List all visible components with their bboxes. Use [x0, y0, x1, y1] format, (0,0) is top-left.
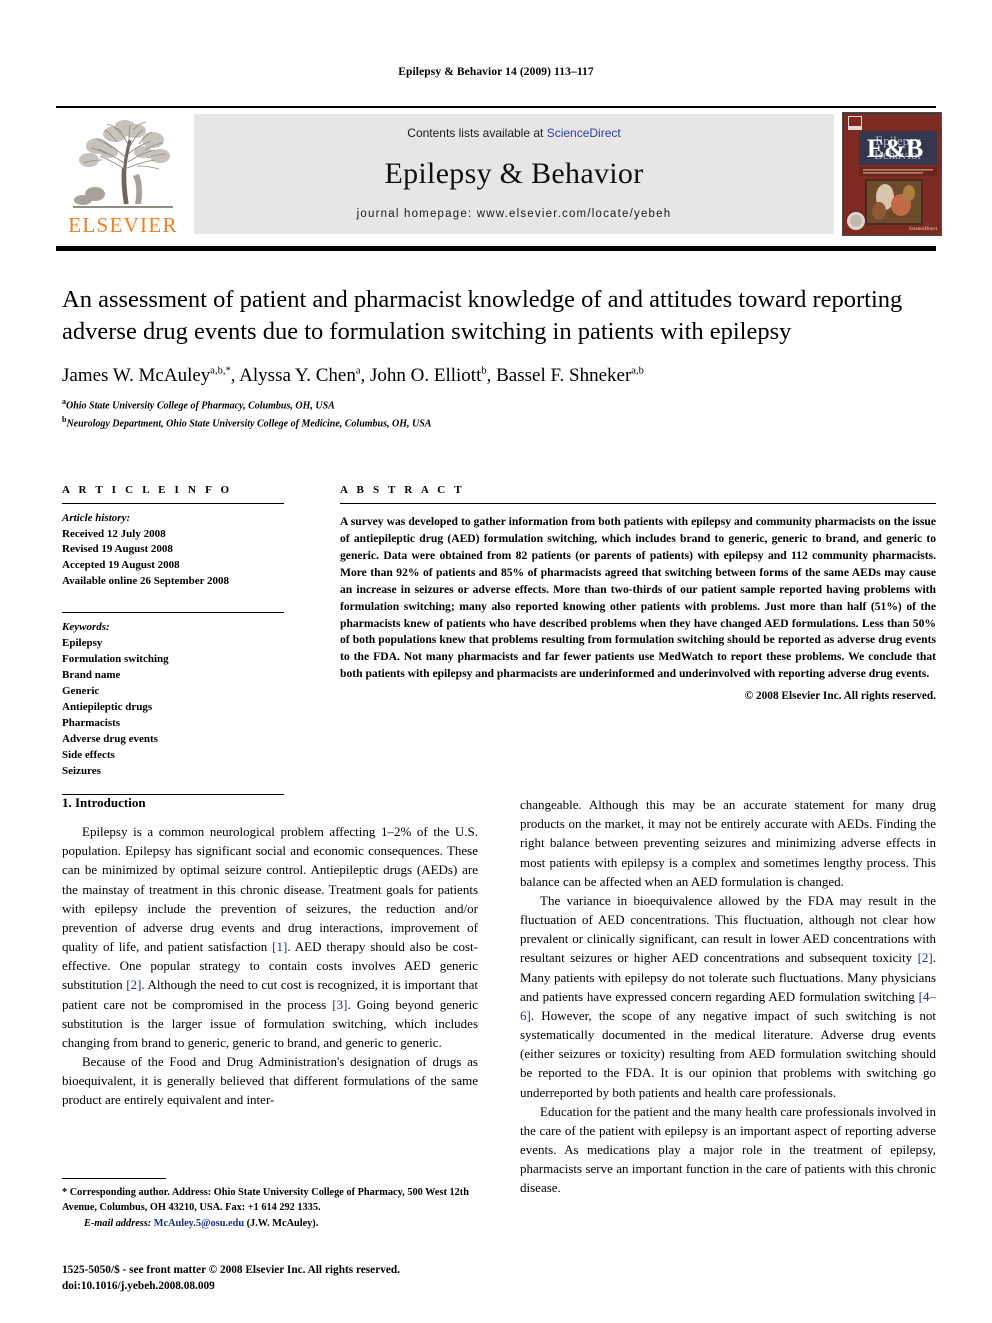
keywords-top-rule: [62, 611, 284, 614]
article-info-label: A R T I C L E I N F O: [62, 484, 233, 496]
issn-line: 1525-5050/$ - see front matter © 2008 El…: [62, 1264, 400, 1276]
journal-homepage[interactable]: journal homepage: www.elsevier.com/locat…: [357, 208, 672, 220]
journal-title: Epilepsy & Behavior: [384, 157, 644, 190]
journal-masthead: ELSEVIER Contents lists available at Sci…: [56, 106, 942, 236]
journal-cover-art: Epilepsy Behavior E&B ScienceDirect: [843, 113, 941, 235]
body-paragraph: The variance in bioequivalence allowed b…: [520, 892, 936, 1100]
affiliation-list: aOhio State University College of Pharma…: [62, 396, 936, 431]
keyword-item: Brand name: [62, 669, 121, 681]
article-info-panel: A R T I C L E I N F O Article history: R…: [62, 484, 284, 796]
keyword-item: Seizures: [62, 764, 101, 777]
body-paragraph: changeable. Although this may be an accu…: [520, 797, 936, 889]
email-label: E-mail address:: [84, 1217, 152, 1229]
affiliation-text-a: Ohio State University College of Pharmac…: [66, 400, 335, 412]
section-heading-introduction: 1. Introduction: [62, 795, 146, 810]
doi-line: doi:10.1016/j.yebeh.2008.08.009: [62, 1280, 215, 1293]
running-head: Epilepsy & Behavior 14 (2009) 113–117: [398, 66, 594, 78]
sciencedirect-link[interactable]: ScienceDirect: [547, 126, 621, 140]
author-list: James W. McAuleya,b,*, Alyssa Y. Chena, …: [62, 364, 644, 386]
masthead-top-rule: [56, 106, 936, 108]
footnote-email-line: E-mail address: McAuley.5@osu.edu (J.W. …: [62, 1217, 478, 1232]
abstract-label: A B S T R A C T: [340, 484, 465, 496]
page-footer: 1525-5050/$ - see front matter © 2008 El…: [62, 1262, 662, 1294]
keyword-item: Antiepileptic drugs: [62, 700, 153, 713]
masthead-bottom-rule: [56, 246, 936, 251]
history-item: Available online 26 September 2008: [62, 574, 230, 587]
affiliation-text-b: Neurology Department, Ohio State Univers…: [66, 418, 432, 430]
elsevier-tree-icon: [73, 120, 173, 208]
journal-cover-thumbnail: Epilepsy Behavior E&B ScienceDirect: [842, 112, 942, 236]
footnote-rule: [62, 1178, 166, 1179]
page-title: An assessment of patient and pharmacist …: [62, 286, 903, 345]
body-paragraph: Education for the patient and the many h…: [520, 1103, 937, 1196]
body-paragraph: Epilepsy is a common neurological proble…: [62, 824, 479, 1050]
article-history-label: Article history:: [62, 512, 131, 524]
journal-band: Contents lists available at ScienceDirec…: [194, 114, 834, 234]
article-first-page: Epilepsy & Behavior 14 (2009) 113–117 EL…: [0, 0, 992, 1323]
keywords-list: Keywords: Epilepsy Formulation switching…: [62, 620, 284, 779]
abstract-rule: [340, 503, 936, 504]
svg-text:ScienceDirect: ScienceDirect: [909, 227, 938, 232]
article-info-rule: [62, 503, 284, 504]
title-block: An assessment of patient and pharmacist …: [62, 284, 936, 432]
body-column-left: 1. Introduction Epilepsy is a common neu…: [62, 795, 478, 1110]
body-column-right: changeable. Although this may be an accu…: [520, 795, 936, 1198]
keywords-label: Keywords:: [62, 621, 110, 634]
email-suffix: (J.W. McAuley).: [246, 1217, 319, 1229]
abstract-copyright: © 2008 Elsevier Inc. All rights reserved…: [744, 690, 936, 703]
svg-text:E&B: E&B: [867, 134, 923, 163]
keyword-item: Side effects: [62, 748, 115, 761]
keyword-item: Generic: [62, 684, 100, 697]
keyword-item: Pharmacists: [62, 716, 121, 729]
elsevier-logo: ELSEVIER: [60, 112, 186, 236]
contents-prefix: Contents lists available at: [407, 126, 547, 140]
affiliation-b: bNeurology Department, Ohio State Univer…: [62, 414, 936, 432]
history-item: Revised 19 August 2008: [62, 543, 173, 556]
abstract-text: A survey was developed to gather informa…: [340, 515, 936, 681]
contents-list-line: Contents lists available at ScienceDirec…: [407, 126, 620, 140]
keyword-item: Adverse drug events: [62, 732, 158, 745]
affiliation-a: aOhio State University College of Pharma…: [62, 396, 936, 414]
corresponding-author-footnote: * Corresponding author. Address: Ohio St…: [62, 1178, 478, 1232]
keyword-item: Formulation switching: [62, 653, 169, 666]
history-item: Received 12 July 2008: [62, 527, 166, 540]
article-history: Article history: Received 12 July 2008 R…: [62, 511, 284, 590]
keyword-item: Epilepsy: [62, 637, 103, 650]
footnote-address: * Corresponding author. Address: Ohio St…: [62, 1187, 469, 1213]
history-item: Accepted 19 August 2008: [62, 559, 180, 572]
abstract-panel: A B S T R A C T A survey was developed t…: [340, 484, 936, 702]
email-link[interactable]: McAuley.5@osu.edu: [154, 1218, 244, 1229]
body-paragraph: Because of the Food and Drug Administrat…: [62, 1054, 478, 1108]
elsevier-wordmark: ELSEVIER: [68, 213, 178, 237]
